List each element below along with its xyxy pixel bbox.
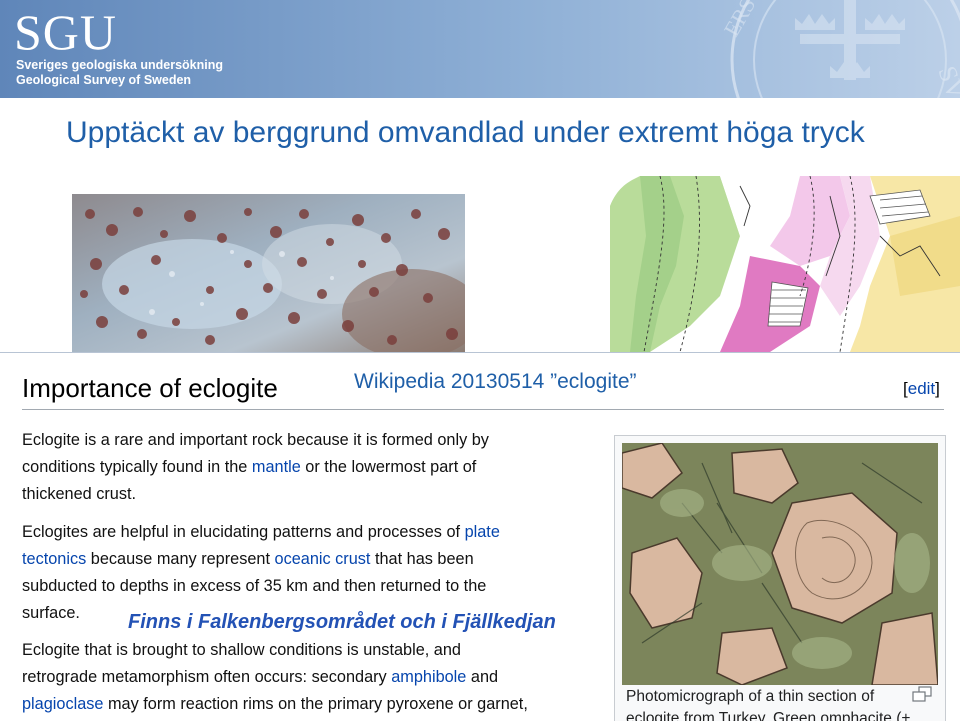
slide-title: Upptäckt av berggrund omvandlad under ex…: [66, 116, 865, 149]
link-plagioclase[interactable]: plagioclase: [22, 695, 103, 713]
geological-map: [600, 176, 960, 352]
wiki-section-heading: Importance of eclogite: [22, 373, 278, 403]
sgu-header-banner: SVERIGES ERSÖKN SGU Sveriges geologiska …: [0, 0, 960, 98]
sgu-logo[interactable]: SGU: [14, 4, 117, 60]
wiki-source-note: Wikipedia 20130514 ”eclogite”: [354, 370, 637, 393]
p2-line2: tectonics because many represent oceanic…: [22, 550, 474, 569]
p3-line2: retrograde metamorphism often occurs: se…: [22, 668, 498, 687]
link-amphibole[interactable]: amphibole: [391, 668, 466, 686]
photomicrograph-image[interactable]: [622, 443, 938, 685]
p1-line2: conditions typically found in the mantle…: [22, 458, 476, 477]
link-tectonics[interactable]: tectonics: [22, 550, 86, 568]
wikipedia-excerpt-panel: Importance of eclogite Wikipedia 2013051…: [0, 352, 960, 721]
seal-emblem-icon: SVERIGES ERSÖKN: [719, 0, 960, 98]
p1-line1: Eclogite is a rare and important rock be…: [22, 431, 489, 449]
thumb-caption-line2: eclogite from Turkey. Green omphacite (+: [626, 710, 911, 721]
p2-line1: Eclogites are helpful in elucidating pat…: [22, 523, 500, 542]
p1-text-a: conditions typically found in the: [22, 458, 252, 476]
org-name-swedish: Sveriges geologiska undersökning: [16, 58, 224, 72]
heading-divider: [22, 409, 944, 410]
p2-text-b: because many represent: [86, 550, 275, 568]
edit-bracket-close: ]: [935, 379, 940, 398]
p3-line3: plagioclase may form reaction rims on th…: [22, 695, 528, 714]
p2-text-a: Eclogites are helpful in elucidating pat…: [22, 523, 465, 541]
thumb-caption-line1: Photomicrograph of a thin section of: [626, 688, 875, 705]
link-mantle[interactable]: mantle: [252, 458, 301, 476]
p3-text-b: and: [466, 668, 499, 686]
svg-text:ERSÖKN: ERSÖKN: [719, 0, 785, 41]
eclogite-rock-photo: [72, 194, 465, 352]
link-oceanic-crust[interactable]: oceanic crust: [275, 550, 371, 568]
p3-line1: Eclogite that is brought to shallow cond…: [22, 641, 461, 659]
edit-section-link[interactable]: [edit]: [903, 379, 940, 399]
svg-text:SVERIGES: SVERIGES: [932, 62, 960, 98]
p3-text-c: may form reaction rims on the primary py…: [103, 695, 528, 713]
overlay-annotation: Finns i Falkenbergsområdet och i Fjällke…: [128, 611, 556, 633]
p1-line3: thickened crust.: [22, 485, 137, 503]
link-plate-tectonics[interactable]: plate: [465, 523, 500, 541]
org-name-english: Geological Survey of Sweden: [16, 73, 192, 87]
p3-text-a: retrograde metamorphism often occurs: se…: [22, 668, 392, 686]
p2-line4: surface.: [22, 604, 80, 622]
edit-link-label[interactable]: edit: [908, 379, 935, 398]
p2-text-c: that has been: [370, 550, 474, 568]
photomicrograph-thumbnail[interactable]: Photomicrograph of a thin section of ecl…: [614, 435, 946, 721]
p2-line3: subducted to depths in excess of 35 km a…: [22, 577, 487, 595]
p1-text-b: or the lowermost part of: [300, 458, 477, 476]
enlarge-icon[interactable]: [912, 686, 932, 702]
